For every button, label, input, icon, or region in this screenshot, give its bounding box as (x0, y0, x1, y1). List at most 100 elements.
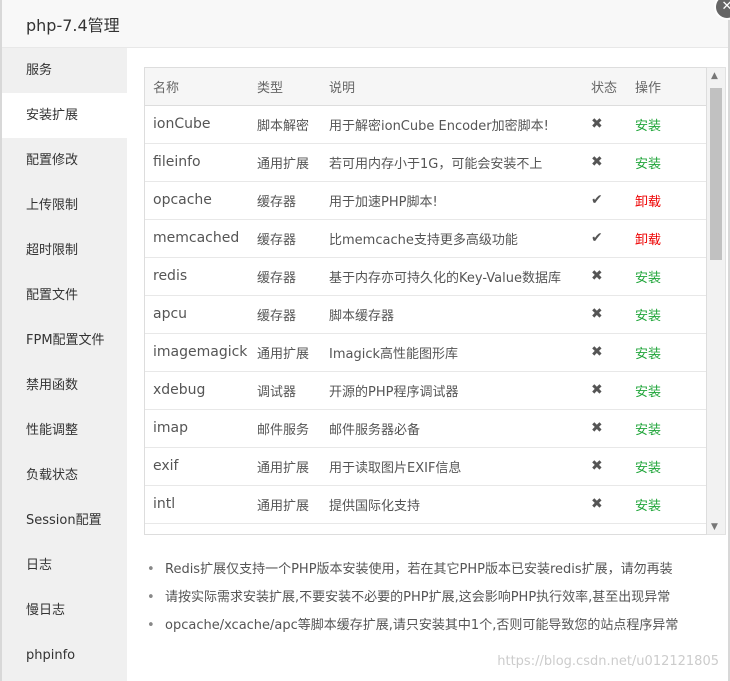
not-installed-x-icon: ✖ (583, 409, 627, 448)
sidebar-item-fpm-config[interactable]: FPM配置文件 (2, 318, 127, 363)
notes-list: Redis扩展仅支持一个PHP版本安装使用，若在其它PHP版本已安装redis扩… (147, 556, 727, 640)
dialog-header: php-7.4管理 (2, 0, 728, 48)
install-link[interactable]: 安装 (627, 105, 706, 144)
sidebar-item-log[interactable]: 日志 (2, 543, 127, 588)
ext-desc: 用于解密ionCube Encoder加密脚本! (321, 105, 583, 144)
watermark: https://blog.csdn.net/u012121805 (497, 654, 719, 669)
col-status: 状态 (583, 68, 627, 106)
ext-name: xdebug (145, 371, 249, 410)
table-row: imagemagick 通用扩展 Imagick高性能图形库 ✖ 安装 (145, 333, 706, 372)
ext-name: opcache (145, 181, 249, 220)
sidebar-item-disabled-functions[interactable]: 禁用函数 (2, 363, 127, 408)
table-row: apcu 缓存器 脚本缓存器 ✖ 安装 (145, 295, 706, 334)
content-area: 名称 类型 说明 状态 操作 ionCube 脚本解密 用于解密ionCube En… (127, 48, 728, 681)
sidebar-item-config-modify[interactable]: 配置修改 (2, 138, 127, 183)
ext-desc: 脚本缓存器 (321, 295, 583, 334)
ext-type: 调试器 (249, 371, 321, 410)
installed-check-icon: ✔ (583, 219, 627, 258)
extension-table: 名称 类型 说明 状态 操作 ionCube 脚本解密 用于解密ionCube En… (144, 67, 707, 535)
table-row: opcache 缓存器 用于加速PHP脚本! ✔ 卸载 (145, 181, 706, 220)
table-row: ionCube 脚本解密 用于解密ionCube Encoder加密脚本! ✖ 安装 (145, 105, 706, 144)
sidebar-item-performance[interactable]: 性能调整 (2, 408, 127, 453)
ext-desc: xsl解析扩展 (321, 523, 583, 534)
ext-type: 通用扩展 (249, 523, 321, 534)
sidebar-item-phpinfo[interactable]: phpinfo (2, 633, 127, 678)
note-item: opcache/xcache/apc等脚本缓存扩展,请只安装其中1个,否则可能导… (147, 612, 727, 640)
ext-name: redis (145, 257, 249, 296)
ext-type: 缓存器 (249, 257, 321, 296)
ext-desc: Imagick高性能图形库 (321, 333, 583, 372)
table-row: redis 缓存器 基于内存亦可持久化的Key-Value数据库 ✖ 安装 (145, 257, 706, 296)
scroll-thumb[interactable] (710, 88, 722, 260)
sidebar-item-timeout-limit[interactable]: 超时限制 (2, 228, 127, 273)
ext-type: 通用扩展 (249, 447, 321, 486)
install-link[interactable]: 安装 (627, 371, 706, 410)
uninstall-link[interactable]: 卸载 (627, 181, 706, 220)
install-link[interactable]: 安装 (627, 523, 706, 534)
install-link[interactable]: 安装 (627, 447, 706, 486)
sidebar-item-load-status[interactable]: 负载状态 (2, 453, 127, 498)
dialog-title: php-7.4管理 (26, 15, 120, 35)
scroll-up-icon[interactable]: ▲ (711, 71, 718, 81)
sidebar-item-upload-limit[interactable]: 上传限制 (2, 183, 127, 228)
col-desc: 说明 (321, 68, 583, 106)
install-link[interactable]: 安装 (627, 409, 706, 448)
ext-name: apcu (145, 295, 249, 334)
sidebar-item-service[interactable]: 服务 (2, 48, 127, 93)
ext-desc: 用于读取图片EXIF信息 (321, 447, 583, 486)
install-link[interactable]: 安装 (627, 257, 706, 296)
ext-name: fileinfo (145, 143, 249, 182)
table-scrollbar[interactable]: ▲ ▼ (707, 67, 726, 535)
col-op: 操作 (627, 68, 706, 106)
table-row: fileinfo 通用扩展 若可用内存小于1G，可能会安装不上 ✖ 安装 (145, 143, 706, 182)
php-manage-dialog: php-7.4管理 ✕ 服务 安装扩展 配置修改 上传限制 超时限制 配置文件 … (2, 0, 730, 681)
not-installed-x-icon: ✖ (583, 295, 627, 334)
install-link[interactable]: 安装 (627, 485, 706, 524)
sidebar-item-session[interactable]: Session配置 (2, 498, 127, 543)
not-installed-x-icon: ✖ (583, 485, 627, 524)
ext-name: ionCube (145, 105, 249, 144)
ext-name: memcached (145, 219, 249, 258)
ext-desc: 用于加速PHP脚本! (321, 181, 583, 220)
ext-name: exif (145, 447, 249, 486)
table-row: intl 通用扩展 提供国际化支持 ✖ 安装 (145, 485, 706, 524)
install-link[interactable]: 安装 (627, 333, 706, 372)
ext-name: xsl (145, 523, 249, 534)
sidebar-item-slow-log[interactable]: 慢日志 (2, 588, 127, 633)
sidebar: 服务 安装扩展 配置修改 上传限制 超时限制 配置文件 FPM配置文件 禁用函数… (2, 48, 127, 681)
ext-type: 脚本解密 (249, 105, 321, 144)
ext-name: intl (145, 485, 249, 524)
install-link[interactable]: 安装 (627, 143, 706, 182)
ext-type: 缓存器 (249, 219, 321, 258)
ext-name: imap (145, 409, 249, 448)
sidebar-item-install-extension[interactable]: 安装扩展 (2, 93, 127, 138)
ext-desc: 提供国际化支持 (321, 485, 583, 524)
table-row: imap 邮件服务 邮件服务器必备 ✖ 安装 (145, 409, 706, 448)
ext-desc: 邮件服务器必备 (321, 409, 583, 448)
not-installed-x-icon: ✖ (583, 333, 627, 372)
sidebar-item-config-file[interactable]: 配置文件 (2, 273, 127, 318)
note-item: Redis扩展仅支持一个PHP版本安装使用，若在其它PHP版本已安装redis扩… (147, 556, 727, 584)
ext-desc: 基于内存亦可持久化的Key-Value数据库 (321, 257, 583, 296)
ext-type: 通用扩展 (249, 485, 321, 524)
ext-desc: 开源的PHP程序调试器 (321, 371, 583, 410)
ext-desc: 比memcache支持更多高级功能 (321, 219, 583, 258)
not-installed-x-icon: ✖ (583, 257, 627, 296)
ext-type: 缓存器 (249, 295, 321, 334)
table-header: 名称 类型 说明 状态 操作 (145, 68, 706, 106)
scroll-down-icon[interactable]: ▼ (711, 522, 718, 532)
table-row: xdebug 调试器 开源的PHP程序调试器 ✖ 安装 (145, 371, 706, 410)
uninstall-link[interactable]: 卸载 (627, 219, 706, 258)
install-link[interactable]: 安装 (627, 295, 706, 334)
installed-check-icon: ✔ (583, 181, 627, 220)
ext-desc: 若可用内存小于1G，可能会安装不上 (321, 143, 583, 182)
col-type: 类型 (249, 68, 321, 106)
ext-type: 通用扩展 (249, 143, 321, 182)
table-row: xsl通用扩展xsl解析扩展✖安装 (145, 523, 706, 534)
table-row: memcached 缓存器 比memcache支持更多高级功能 ✔ 卸载 (145, 219, 706, 258)
ext-type: 缓存器 (249, 181, 321, 220)
col-name: 名称 (145, 68, 249, 106)
not-installed-x-icon: ✖ (583, 371, 627, 410)
ext-type: 邮件服务 (249, 409, 321, 448)
not-installed-x-icon: ✖ (583, 447, 627, 486)
